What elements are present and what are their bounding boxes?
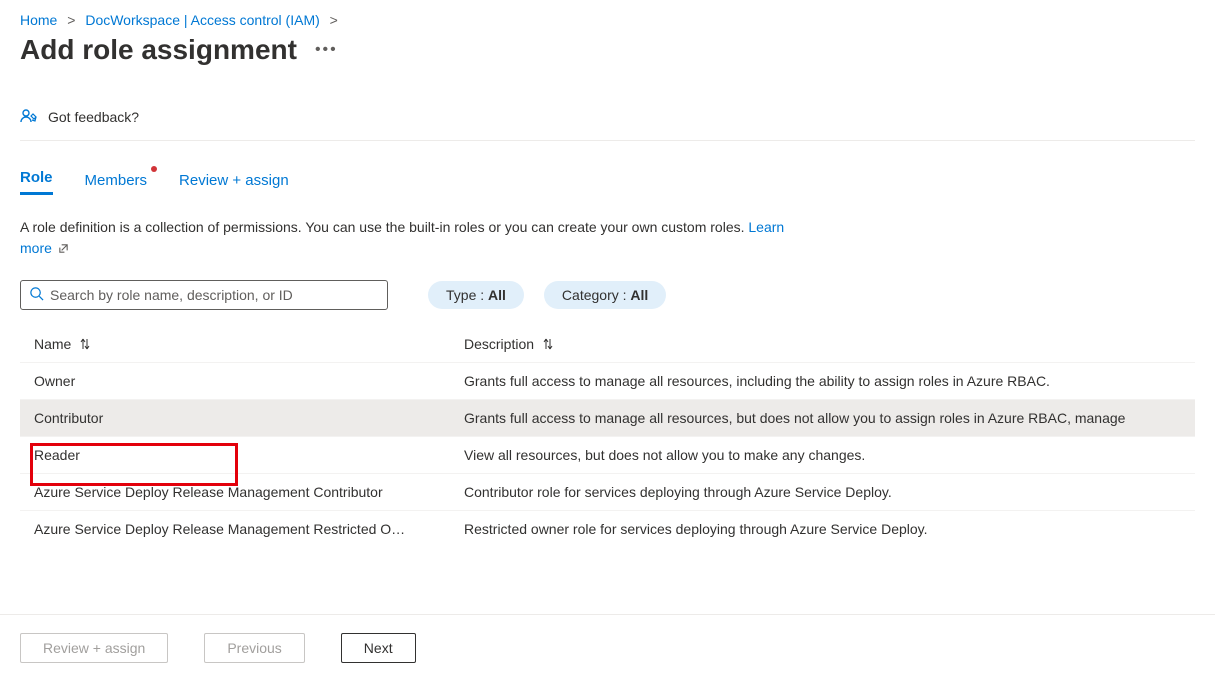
external-link-icon <box>58 239 69 260</box>
role-description-cell: View all resources, but does not allow y… <box>464 447 1181 463</box>
tab-members-label: Members <box>85 172 148 189</box>
filter-type-value: All <box>488 287 506 303</box>
breadcrumb-workspace[interactable]: DocWorkspace | Access control (IAM) <box>85 12 319 28</box>
tab-role[interactable]: Role <box>20 169 53 195</box>
tabs: Role Members Review + assign <box>20 169 1195 195</box>
tab-members-indicator-icon <box>151 166 157 172</box>
tab-review-assign[interactable]: Review + assign <box>179 172 289 195</box>
breadcrumb-sep: > <box>67 12 75 28</box>
role-name-cell: Owner <box>34 373 464 389</box>
breadcrumb-sep: > <box>330 12 338 28</box>
role-search-input[interactable] <box>50 287 379 303</box>
table-row[interactable]: Owner Grants full access to manage all r… <box>20 362 1195 399</box>
column-header-description-label: Description <box>464 336 534 352</box>
column-header-description[interactable]: Description <box>464 336 1181 354</box>
filter-type-pill[interactable]: Type : All <box>428 281 524 309</box>
table-row[interactable]: Contributor Grants full access to manage… <box>20 399 1195 436</box>
column-header-name[interactable]: Name <box>34 336 464 354</box>
search-icon <box>29 286 44 304</box>
role-name-cell: Reader <box>34 447 464 463</box>
tab-members[interactable]: Members <box>85 172 148 195</box>
role-name-cell: Azure Service Deploy Release Management … <box>34 484 464 500</box>
review-assign-button: Review + assign <box>20 633 168 663</box>
feedback-label: Got feedback? <box>48 109 139 125</box>
wizard-footer: Review + assign Previous Next <box>0 614 1215 681</box>
role-description-cell: Restricted owner role for services deplo… <box>464 521 1181 537</box>
feedback-icon <box>20 108 38 126</box>
role-name-cell: Azure Service Deploy Release Management … <box>34 521 464 537</box>
role-intro-body: A role definition is a collection of per… <box>20 219 748 235</box>
filter-category-pill[interactable]: Category : All <box>544 281 666 309</box>
feedback-link[interactable]: Got feedback? <box>20 108 1195 141</box>
next-button[interactable]: Next <box>341 633 416 663</box>
role-search-box[interactable] <box>20 280 388 310</box>
column-header-name-label: Name <box>34 336 71 352</box>
sort-icon <box>79 337 91 354</box>
page-title: Add role assignment <box>20 34 297 66</box>
filter-category-label: Category : <box>562 287 630 303</box>
role-description-cell: Grants full access to manage all resourc… <box>464 373 1181 389</box>
more-actions-icon[interactable]: ••• <box>315 41 338 59</box>
role-name-cell: Contributor <box>34 410 464 426</box>
sort-icon <box>542 337 554 354</box>
role-intro-text: A role definition is a collection of per… <box>20 217 800 260</box>
role-description-cell: Grants full access to manage all resourc… <box>464 410 1181 426</box>
breadcrumb: Home > DocWorkspace | Access control (IA… <box>20 12 1195 28</box>
role-description-cell: Contributor role for services deploying … <box>464 484 1181 500</box>
table-row[interactable]: Azure Service Deploy Release Management … <box>20 510 1195 547</box>
table-row[interactable]: Azure Service Deploy Release Management … <box>20 473 1195 510</box>
table-row[interactable]: Reader View all resources, but does not … <box>20 436 1195 473</box>
previous-button: Previous <box>204 633 304 663</box>
breadcrumb-home[interactable]: Home <box>20 12 57 28</box>
filter-category-value: All <box>630 287 648 303</box>
filter-type-label: Type : <box>446 287 488 303</box>
roles-table: Name Description Owner Grants full acces… <box>20 328 1195 547</box>
